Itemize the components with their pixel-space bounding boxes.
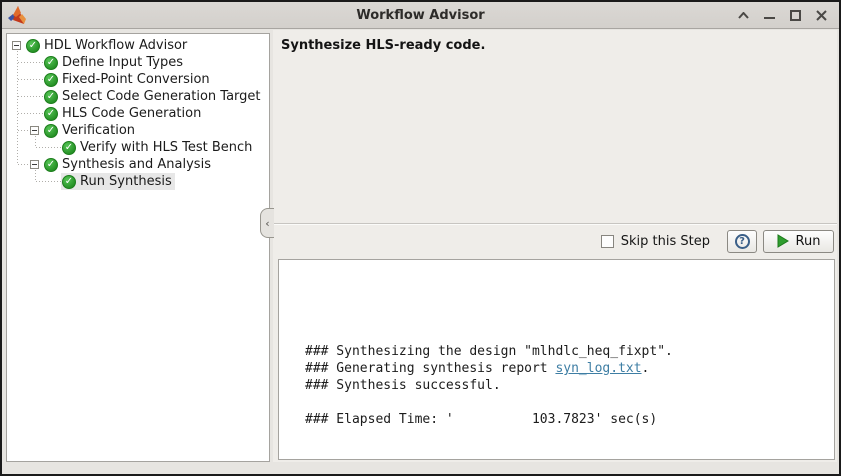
matlab-logo-icon — [8, 5, 28, 25]
tree-item-verify-with-hls-test-bench[interactable]: ✓ Verify with HLS Test Bench — [7, 139, 269, 156]
tree-node: ✓ Synthesis and Analysis — [43, 156, 214, 173]
separator-line — [273, 223, 837, 225]
tree-item-hdl-workflow-advisor[interactable]: ✓ HDL Workflow Advisor — [7, 37, 269, 54]
synthesis-log-text: ### Synthesizing the design "mlhdlc_heq_… — [279, 260, 834, 428]
check-passed-icon: ✓ — [44, 107, 58, 121]
check-passed-icon: ✓ — [44, 90, 58, 104]
close-button[interactable] — [811, 6, 832, 24]
tree-connector-stub — [36, 147, 61, 148]
log-text: ### Generating synthesis report — [305, 361, 555, 376]
tree-item-hls-code-generation[interactable]: ✓ HLS Code Generation — [7, 105, 269, 122]
tree-connector-line — [35, 170, 36, 182]
tree-connector-stub — [18, 62, 43, 63]
tree-connector-line — [17, 51, 18, 165]
run-button-label: Run — [796, 234, 821, 249]
tree-item-fixed-point-conversion[interactable]: ✓ Fixed-Point Conversion — [7, 71, 269, 88]
close-icon — [816, 10, 827, 21]
check-passed-icon: ✓ — [26, 39, 40, 53]
tree-node: ✓ HLS Code Generation — [43, 105, 204, 122]
tree-node: ✓ Define Input Types — [43, 54, 186, 71]
tree-item-run-synthesis[interactable]: ✓ Run Synthesis — [7, 173, 269, 190]
tree-node: ✓ Select Code Generation Target — [43, 88, 264, 105]
tree-connector-stub — [18, 96, 43, 97]
minimize-button[interactable] — [759, 6, 780, 24]
check-passed-icon: ✓ — [62, 141, 76, 155]
skip-step-label: Skip this Step — [621, 234, 710, 249]
step-panel: Synthesize HLS-ready code. Skip this Ste… — [273, 30, 837, 462]
window-controls — [733, 6, 832, 24]
log-line: ### Synthesis successful. — [305, 377, 834, 394]
tree-item-label: Synthesis and Analysis — [62, 157, 211, 172]
step-heading: Synthesize HLS-ready code. — [273, 30, 837, 53]
tree-node: ✓ Run Synthesis — [61, 173, 175, 190]
tree-connector-stub — [18, 130, 30, 131]
collapse-panel-button[interactable]: ‹ — [260, 208, 274, 238]
tree-connector-stub — [18, 113, 43, 114]
maximize-button[interactable] — [785, 6, 806, 24]
check-passed-icon: ✓ — [44, 73, 58, 87]
tree-connector-line — [35, 136, 36, 148]
tree-node: ✓ Verify with HLS Test Bench — [61, 139, 255, 156]
tree-item-label: Verify with HLS Test Bench — [80, 140, 252, 155]
tree-item-select-code-generation-target[interactable]: ✓ Select Code Generation Target — [7, 88, 269, 105]
log-text: ### Synthesizing the design "mlhdlc_heq_… — [305, 344, 673, 359]
tree-connector-stub — [36, 181, 61, 182]
log-text: . — [642, 361, 650, 376]
tree-item-label: HLS Code Generation — [62, 106, 201, 121]
tree-item-label: Fixed-Point Conversion — [62, 72, 210, 87]
check-passed-icon: ✓ — [62, 175, 76, 189]
workflow-tree-panel: ✓ HDL Workflow Advisor ✓ Define Input Types… — [6, 33, 270, 462]
log-line: ### Synthesizing the design "mlhdlc_heq_… — [305, 343, 834, 360]
tree-expander-icon[interactable] — [30, 126, 39, 135]
log-line — [305, 394, 834, 411]
minimize-icon — [764, 10, 775, 20]
window-title: Workflow Advisor — [2, 8, 839, 23]
check-passed-icon: ✓ — [44, 56, 58, 70]
help-icon: ? — [735, 234, 750, 249]
tree-node: ✓ Verification — [43, 122, 138, 139]
tree-item-label: Define Input Types — [62, 55, 183, 70]
workflow-tree: ✓ HDL Workflow Advisor ✓ Define Input Types… — [7, 34, 269, 190]
tree-node: ✓ Fixed-Point Conversion — [43, 71, 213, 88]
chevron-up-icon — [738, 12, 749, 19]
check-passed-icon: ✓ — [44, 124, 58, 138]
play-icon — [777, 234, 789, 248]
help-button[interactable]: ? — [727, 230, 757, 253]
synthesis-log-panel[interactable]: ### Synthesizing the design "mlhdlc_heq_… — [278, 259, 835, 460]
title-bar[interactable]: Workflow Advisor — [2, 2, 839, 29]
tree-item-label: Select Code Generation Target — [62, 89, 261, 104]
tree-expander-icon[interactable] — [12, 41, 21, 50]
tree-expander-icon[interactable] — [30, 160, 39, 169]
run-button[interactable]: Run — [763, 230, 834, 253]
tree-connector-stub — [18, 164, 30, 165]
tree-item-define-input-types[interactable]: ✓ Define Input Types — [7, 54, 269, 71]
tree-connector-stub — [18, 79, 43, 80]
tree-item-synthesis-and-analysis[interactable]: ✓ Synthesis and Analysis — [7, 156, 269, 173]
log-line: ### Generating synthesis report syn_log.… — [305, 360, 834, 377]
tree-item-verification[interactable]: ✓ Verification — [7, 122, 269, 139]
log-line: ### Elapsed Time: ' 103.7823' sec(s) — [305, 411, 834, 428]
maximize-icon — [790, 10, 801, 21]
skip-step-checkbox[interactable] — [601, 235, 614, 248]
syn-log-link[interactable]: syn_log.txt — [555, 361, 641, 376]
tree-item-label: Verification — [62, 123, 135, 138]
check-passed-icon: ✓ — [44, 158, 58, 172]
tree-item-label: Run Synthesis — [80, 174, 172, 189]
workflow-advisor-window: Workflow Advisor — [0, 0, 841, 476]
log-text: ### Elapsed Time: ' 103.7823' sec(s) — [305, 412, 657, 427]
shade-button[interactable] — [733, 6, 754, 24]
tree-item-label: HDL Workflow Advisor — [44, 38, 187, 53]
step-toolbar: Skip this Step ? Run — [273, 226, 837, 256]
log-text: ### Synthesis successful. — [305, 378, 501, 393]
tree-node: ✓ HDL Workflow Advisor — [25, 37, 190, 54]
